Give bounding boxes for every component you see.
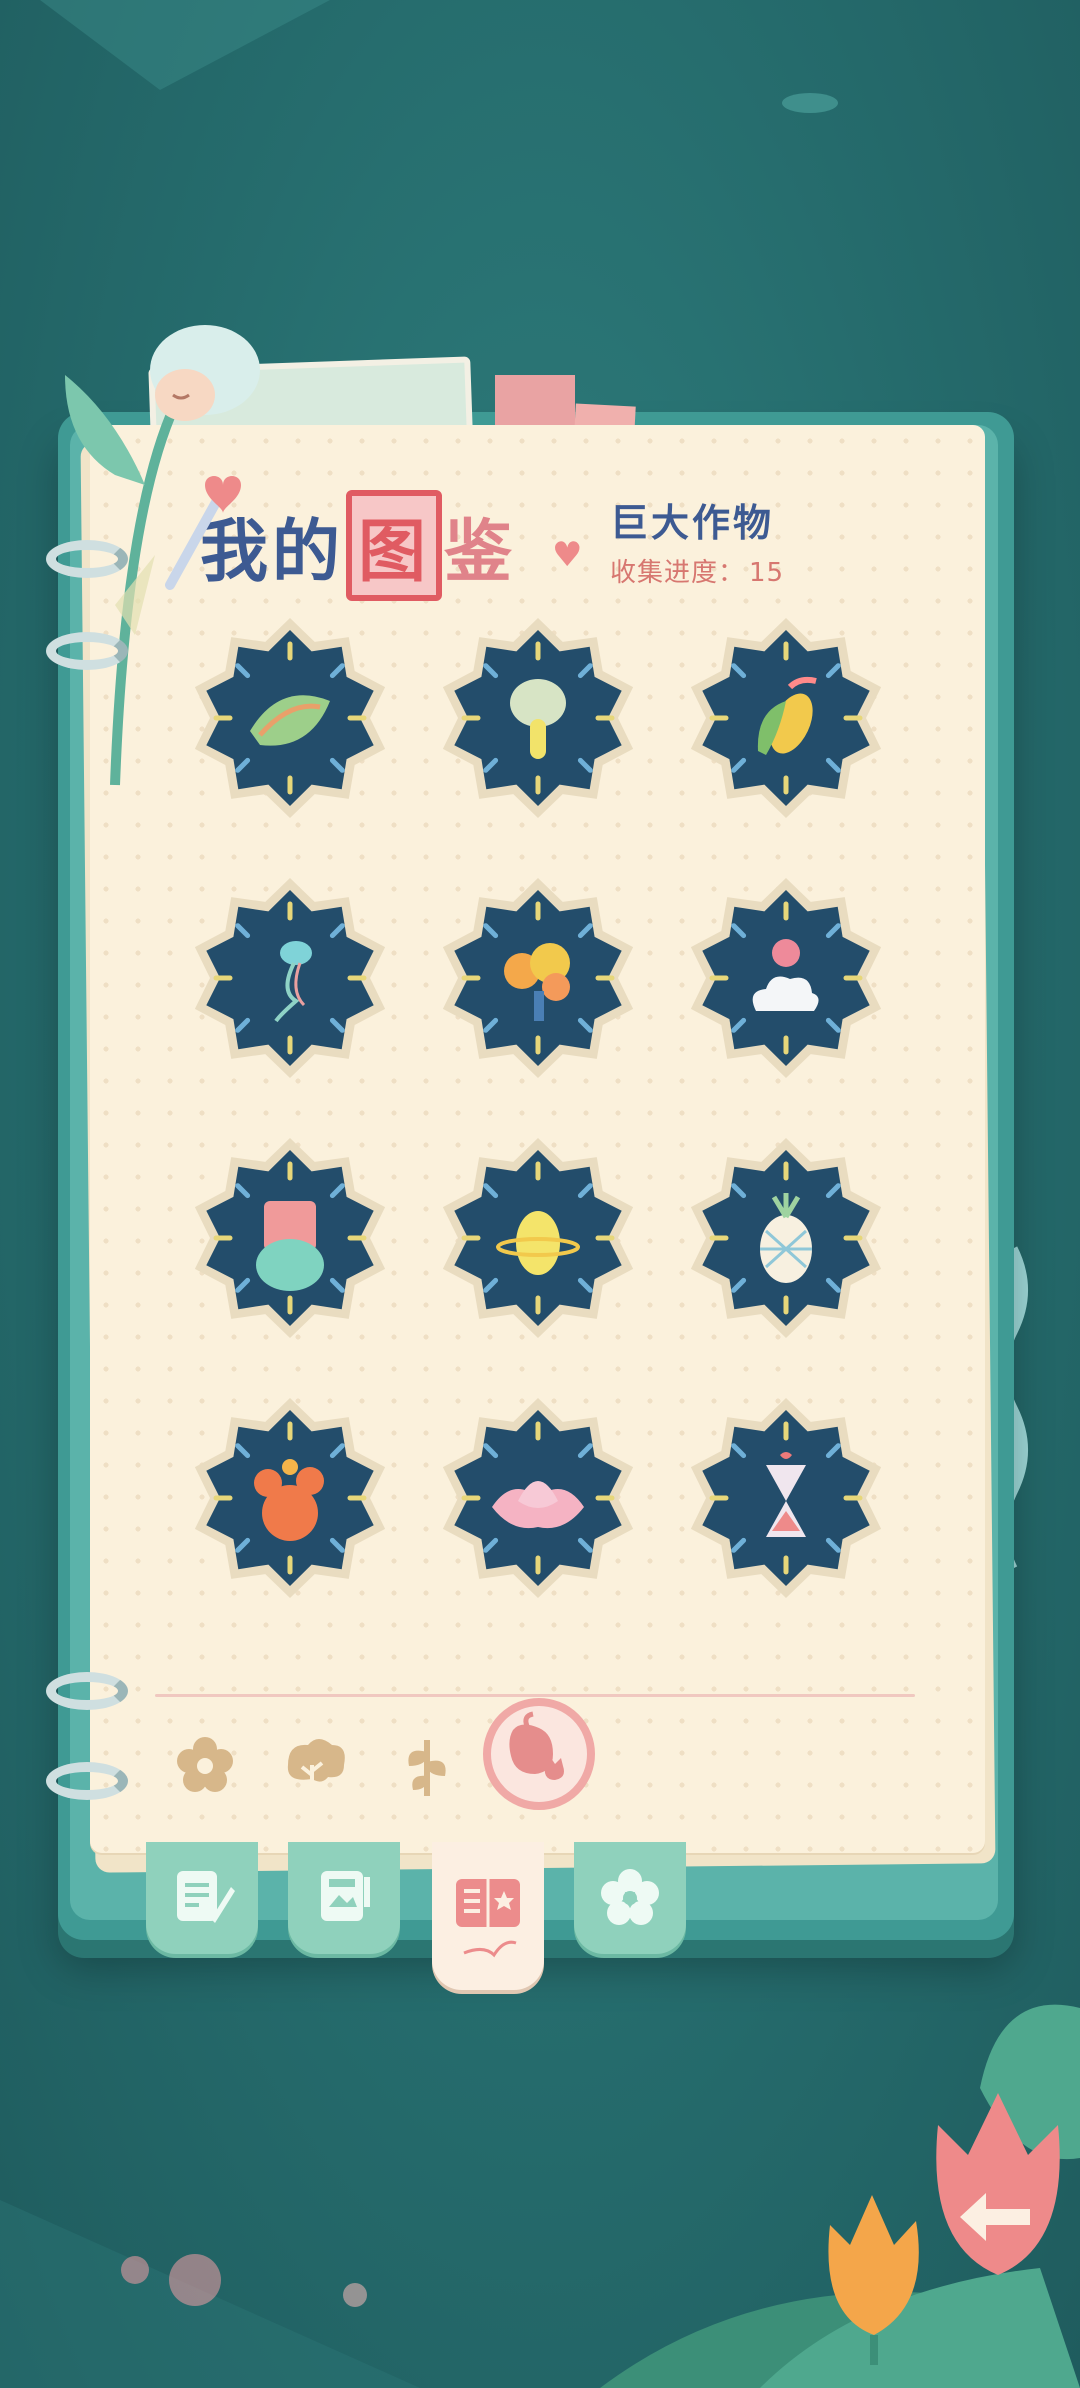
title-text-end: 鉴 [444,513,517,592]
heart-decoration: ♥ [552,535,583,575]
tree-category-tab[interactable] [270,1720,360,1810]
binder-ring [46,1762,128,1800]
collection-item[interactable] [681,1133,891,1343]
flower-category-icon [177,1737,233,1792]
collection-item[interactable] [681,873,891,1083]
collection-item[interactable] [681,613,891,823]
flower-tab-icon [601,1869,659,1925]
sprout-category-icon [408,1740,446,1796]
progress-label: 收集进度： [610,558,746,588]
giant-crop-category-tab[interactable] [483,1698,595,1810]
title-highlight: 图 [346,490,443,601]
pencil-heart-decoration [165,476,241,590]
collection-item[interactable] [433,1393,643,1603]
category-name: 巨大作物 [610,501,775,545]
pink-vase-icon [256,1201,324,1291]
binder-ring [46,632,128,670]
notes-tab-icon [177,1871,235,1923]
album-tab-icon [321,1871,370,1921]
sprout-category-tab[interactable] [382,1720,472,1810]
collection-item[interactable] [185,1133,395,1343]
tulip-back-icon [936,2093,1060,2275]
collection-item[interactable] [185,873,395,1083]
collection-item[interactable] [185,613,395,823]
tree-category-icon [287,1739,345,1787]
album-tab[interactable] [288,1842,400,1954]
giant-crop-category-icon [509,1711,564,1780]
flower-tab[interactable] [574,1842,686,1954]
notes-tab[interactable] [146,1842,258,1954]
collection-item[interactable] [433,1133,643,1343]
collection-item[interactable] [681,1393,891,1603]
collection-book-tab[interactable] [432,1842,544,1990]
collection-progress: 收集进度： 15 [606,552,784,589]
back-button[interactable] [920,2085,1070,2295]
divider [155,1694,915,1697]
collection-book-tab-icon [456,1879,520,1958]
collection-item[interactable] [433,613,643,823]
binder-ring [46,540,128,578]
progress-value: 15 [749,558,785,588]
flower-category-tab[interactable] [160,1720,250,1810]
binder-ring [46,1672,128,1710]
collection-item[interactable] [433,873,643,1083]
collection-item[interactable] [185,1393,395,1603]
